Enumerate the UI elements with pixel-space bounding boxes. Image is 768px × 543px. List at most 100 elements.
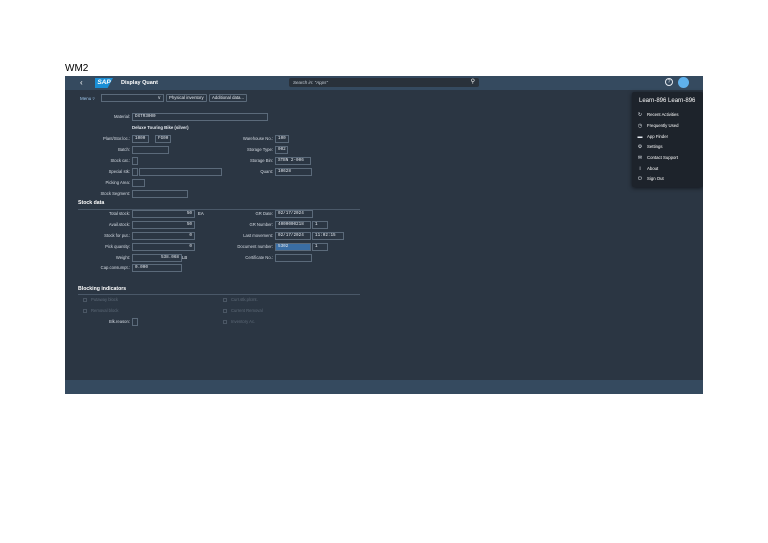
- menu-item-label: Contact Support: [647, 155, 679, 160]
- special-stock-number-field[interactable]: [139, 168, 222, 176]
- putaway-block-checkbox[interactable]: Putaway block: [83, 296, 118, 304]
- batch-label: Batch:: [118, 147, 130, 152]
- physical-inventory-button[interactable]: Physical inventory: [166, 94, 207, 102]
- last-movement-time-field[interactable]: 11:02:15: [312, 232, 344, 240]
- available-stock-field[interactable]: 50: [132, 221, 195, 229]
- additional-data-button[interactable]: Additional data...: [209, 94, 248, 102]
- menu-item-label: About: [647, 166, 659, 171]
- putaway-stock-field[interactable]: 0: [132, 232, 195, 240]
- quant-field[interactable]: 10628: [275, 168, 312, 176]
- current-placement-label: Curr.stk.plcmt.: [231, 297, 258, 302]
- gr-date-label: GR Date:: [255, 211, 273, 216]
- certificate-label: Certificate No.:: [245, 255, 273, 260]
- menu-item-settings[interactable]: ⚙ Settings: [636, 142, 700, 152]
- document-label: WM2: [65, 63, 89, 74]
- checkbox-icon: [83, 297, 87, 302]
- settings-icon: ⚙: [637, 144, 643, 150]
- menu-item-about[interactable]: i About: [636, 164, 700, 174]
- material-description: Deluxe Touring Bike (silver): [132, 125, 189, 130]
- stock-category-field[interactable]: [132, 157, 138, 165]
- weight-label: Weight:: [115, 255, 130, 260]
- stock-data-title: Stock data: [78, 200, 105, 206]
- shell-bar: ‹ SAP Display Quant Search in: "Apps" ⚲ …: [65, 76, 703, 90]
- sap-window: ‹ SAP Display Quant Search in: "Apps" ⚲ …: [65, 76, 703, 394]
- picking-area-field[interactable]: [132, 179, 145, 187]
- avatar[interactable]: [678, 77, 689, 88]
- current-placement-checkbox[interactable]: Curr.stk.plcmt.: [223, 296, 258, 304]
- app-finder-icon: ▬: [637, 134, 643, 140]
- total-stock-field[interactable]: 50: [132, 210, 195, 218]
- command-field[interactable]: ∨: [101, 94, 164, 102]
- weight-field[interactable]: 538.068: [132, 254, 182, 262]
- checkbox-icon: [223, 319, 227, 324]
- menu-item-recent-activities[interactable]: ↻ Recent Activities: [636, 110, 700, 120]
- total-stock-label: Total stock:: [109, 211, 130, 216]
- menu-item-label: Recent Activities: [647, 112, 679, 117]
- capacity-consumption-label: Cap.consumpt.:: [100, 265, 130, 270]
- stock-category-label: Stock cat.:: [110, 158, 130, 163]
- storage-type-field[interactable]: 002: [275, 146, 288, 154]
- putaway-stock-label: Stock for put.:: [104, 233, 130, 238]
- back-icon[interactable]: ‹: [80, 78, 83, 88]
- sap-logo[interactable]: SAP: [95, 78, 113, 88]
- blocking-reason-field[interactable]: [132, 318, 138, 326]
- menu-item-app-finder[interactable]: ▬ App Finder: [636, 132, 700, 142]
- stock-segment-field[interactable]: [132, 190, 188, 198]
- recent-activities-icon: ↻: [637, 112, 643, 118]
- search-icon[interactable]: ⚲: [471, 78, 475, 87]
- gr-date-field[interactable]: 02/17/2024: [275, 210, 313, 218]
- gr-number-field[interactable]: 4000000218: [275, 221, 311, 229]
- user-name: Learn-896 Learn-896: [639, 98, 696, 104]
- certificate-field[interactable]: [275, 254, 312, 262]
- inventory-active-checkbox[interactable]: Inventory Ac.: [223, 318, 255, 326]
- total-stock-uom: EA: [198, 211, 204, 216]
- storage-bin-field[interactable]: STBN 2-006: [275, 157, 311, 165]
- removal-block-label: Removal block: [91, 308, 119, 313]
- last-movement-label: Last movement:: [243, 233, 273, 238]
- warehouse-label: Warehouse No.:: [242, 136, 273, 141]
- storage-type-label: Storage Type:: [247, 147, 273, 152]
- menu-button[interactable]: Menu ▿: [80, 95, 95, 102]
- search-placeholder: Search in: "Apps": [293, 80, 328, 85]
- gr-number-item-field[interactable]: 1: [312, 221, 328, 229]
- removal-block-checkbox[interactable]: Removal block: [83, 307, 118, 315]
- gr-number-label: GR Number:: [249, 222, 273, 227]
- menu-item-contact-support[interactable]: ✉ Contact Support: [636, 153, 700, 163]
- stock-segment-label: Stock Segment:: [100, 191, 130, 196]
- contact-support-icon: ✉: [637, 155, 643, 161]
- chevron-down-icon[interactable]: ∨: [157, 94, 161, 102]
- storage-location-field[interactable]: FG00: [155, 135, 171, 143]
- current-removal-checkbox[interactable]: Current Removal: [223, 307, 263, 315]
- last-movement-date-field[interactable]: 02/17/2024: [275, 232, 311, 240]
- document-number-label: Document number:: [237, 244, 273, 249]
- menu-item-frequently-used[interactable]: ◷ Frequently Used: [636, 121, 700, 131]
- pick-quantity-field[interactable]: 0: [132, 243, 195, 251]
- blocking-indicators-title: Blocking indicators: [78, 286, 127, 292]
- footer-bar: [65, 380, 703, 394]
- plant-label: Plant/Stor.loc.:: [103, 136, 130, 141]
- capacity-consumption-field[interactable]: 0.000: [132, 264, 182, 272]
- menu-item-label: App Finder: [647, 134, 669, 139]
- quant-label: Quant:: [260, 169, 273, 174]
- menu-item-label: Sign Out: [647, 176, 664, 181]
- menu-item-label: Frequently Used: [647, 123, 679, 128]
- toolbar: Menu ▿ ∨ Physical inventory Additional d…: [65, 90, 703, 106]
- material-field[interactable]: DXTR3000: [132, 113, 268, 121]
- pick-quantity-label: Pick quantity:: [105, 244, 130, 249]
- checkbox-icon: [223, 308, 227, 313]
- checkbox-icon: [223, 297, 227, 302]
- document-item-field[interactable]: 1: [312, 243, 328, 251]
- document-number-field[interactable]: 5302: [275, 243, 311, 251]
- plant-field[interactable]: 1000: [132, 135, 149, 143]
- special-stock-field[interactable]: [132, 168, 138, 176]
- help-icon[interactable]: ?: [665, 78, 673, 86]
- material-label: Material:: [113, 114, 130, 119]
- search-input[interactable]: Search in: "Apps" ⚲: [289, 78, 479, 87]
- blocking-reason-label: Blk.reason:: [109, 319, 130, 324]
- checkbox-icon: [83, 308, 87, 313]
- current-removal-label: Current Removal: [231, 308, 263, 313]
- warehouse-field[interactable]: 100: [275, 135, 289, 143]
- batch-field[interactable]: [132, 146, 169, 154]
- frequently-used-icon: ◷: [637, 123, 643, 129]
- menu-item-sign-out[interactable]: ⏻ Sign Out: [636, 174, 700, 184]
